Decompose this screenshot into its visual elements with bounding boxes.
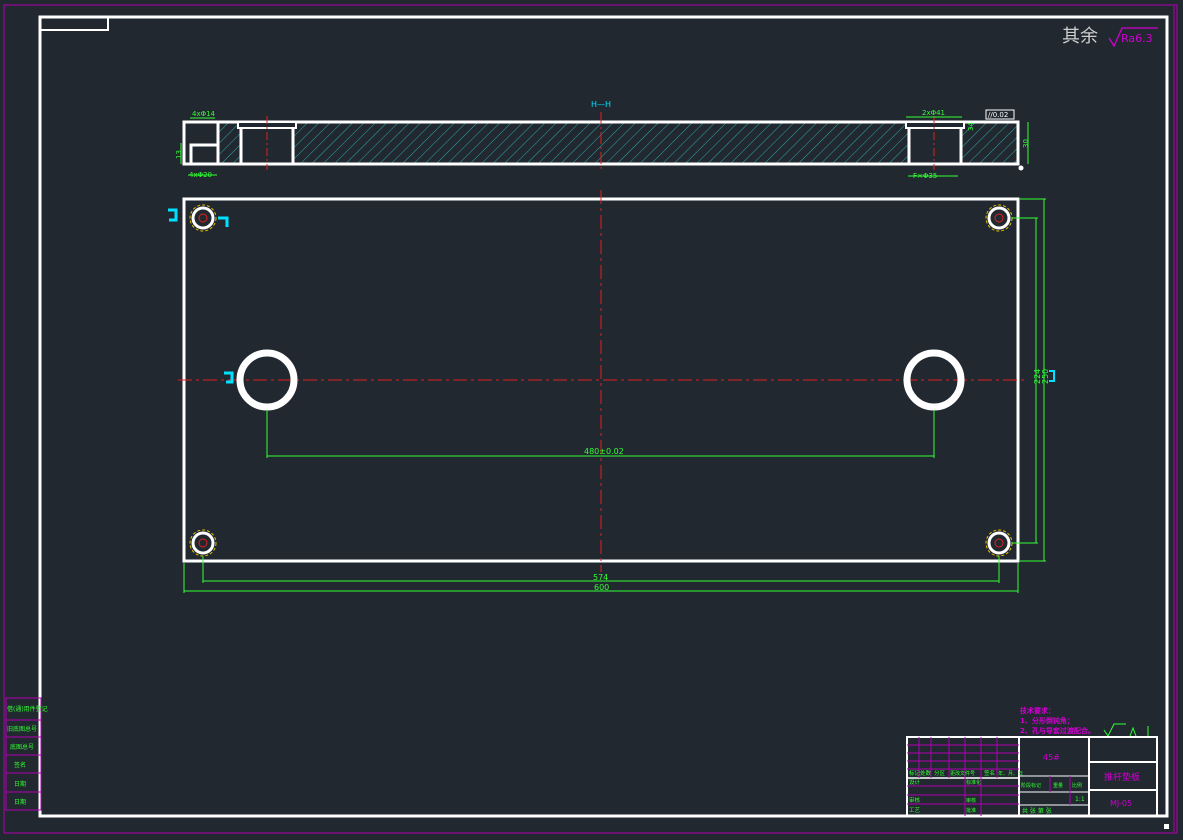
material-text: 45# xyxy=(1043,753,1060,762)
tech-title: 技术要求： xyxy=(1020,706,1055,715)
section-marker: H—H xyxy=(591,100,611,109)
stage-cell-2: 比例 xyxy=(1072,782,1082,789)
marker-icon-top-left-b xyxy=(218,216,229,227)
frame-corner-marker xyxy=(1164,824,1169,829)
tech-requirements: 技术要求： 1、分形倒钝角； 2、孔与导套过渡配合。 xyxy=(1020,706,1149,737)
cad-drawing-canvas: 其余 Ra6.3 4xΦ14 4xΦ20 13 2xΦ41 F×Φ35 34 3… xyxy=(3,4,1178,834)
section-view: 4xΦ14 4xΦ20 13 2xΦ41 F×Φ35 34 30 //0.02 … xyxy=(175,100,1030,180)
header-cell-3: 更改文件号 xyxy=(950,770,975,777)
dim-overall-width: 250 xyxy=(1041,369,1050,384)
marker-icon-mid-left xyxy=(224,371,234,384)
margin-label-5: 日期 xyxy=(14,798,26,806)
corner-hole-bottom-right xyxy=(985,529,1013,557)
sign-row-2: 工艺 xyxy=(909,807,921,814)
corner-hole-top-right xyxy=(985,204,1013,232)
section-left-counterbore xyxy=(189,143,220,166)
margin-label-1: 旧底图总号 xyxy=(7,725,37,733)
margin-label-0: 借(通)用件登记 xyxy=(7,705,48,713)
sign-row-0: 设计 xyxy=(909,778,921,786)
dim-overall-length: 600 xyxy=(594,583,609,592)
roughness-value: Ra6.3 xyxy=(1121,32,1153,45)
sign-mid-0: 标准化 xyxy=(966,779,981,786)
part-name: 推杆垫板 xyxy=(1104,771,1140,783)
title-block: 标记 处数 分区 更改文件号 签名 年、月、日 设计 审核 工艺 标准化 审核 … xyxy=(906,736,1158,817)
frame-corner-tab xyxy=(40,17,109,31)
roughness-prefix: 其余 xyxy=(1062,26,1098,47)
datum-marker-icon xyxy=(1018,165,1024,171)
sign-mid-1: 审核 xyxy=(966,797,976,804)
section-right-bore-lip xyxy=(905,121,965,129)
flatness-text: //0.02 xyxy=(988,111,1008,119)
header-cell-5: 年、月、日 xyxy=(998,770,1023,777)
header-cell-2: 分区 xyxy=(934,769,946,777)
margin-label-4: 日期 xyxy=(14,780,26,788)
dim-right-hole-depth: 34 xyxy=(967,122,975,131)
dim-center-distance: 480±0.02 xyxy=(584,447,624,456)
margin-label-2: 底图总号 xyxy=(10,743,34,751)
sign-mid-2: 批准 xyxy=(966,807,976,814)
corner-hole-top-left xyxy=(189,204,217,232)
dim-right-hole-top: 2xΦ41 xyxy=(922,109,945,117)
header-cell-0: 标记 xyxy=(909,769,921,777)
header-cell-1: 处数 xyxy=(920,769,932,777)
tech-line-1: 1、分形倒钝角； xyxy=(1020,716,1074,725)
header-cell-4: 签名 xyxy=(984,769,995,777)
dim-left-hole-top: 4xΦ14 xyxy=(192,110,216,118)
sign-row-1: 审核 xyxy=(909,796,921,804)
section-right-bore xyxy=(907,123,963,166)
tech-roughness-icon xyxy=(1103,723,1149,737)
marker-icon-top-left-a xyxy=(168,208,178,222)
left-margin-table: 借(通)用件登记 旧底图总号 底图总号 签名 日期 日期 xyxy=(5,697,48,811)
stage-cell-0: 阶段标记 xyxy=(1021,782,1041,789)
corner-hole-bottom-left xyxy=(189,529,217,557)
dim-spacing-x: 574 xyxy=(593,573,608,582)
dim-right-hole-bottom: F×Φ35 xyxy=(913,172,937,180)
tech-line-2: 2、孔与导套过渡配合。 xyxy=(1020,726,1095,735)
dim-thickness: 30 xyxy=(1022,139,1030,148)
dim-left-hole-bottom: 4xΦ20 xyxy=(189,171,212,179)
stage-cell-1: 重量 xyxy=(1053,782,1063,789)
dim-left-side: 13 xyxy=(175,150,183,159)
sheet-text: 共 张 第 张 xyxy=(1022,807,1052,815)
scale-text: 1:1 xyxy=(1075,796,1085,803)
margin-label-3: 签名 xyxy=(14,761,26,769)
plan-view: 480±0.02 574 600 224 250 xyxy=(168,190,1055,593)
drawing-number: MJ-05 xyxy=(1110,799,1132,808)
